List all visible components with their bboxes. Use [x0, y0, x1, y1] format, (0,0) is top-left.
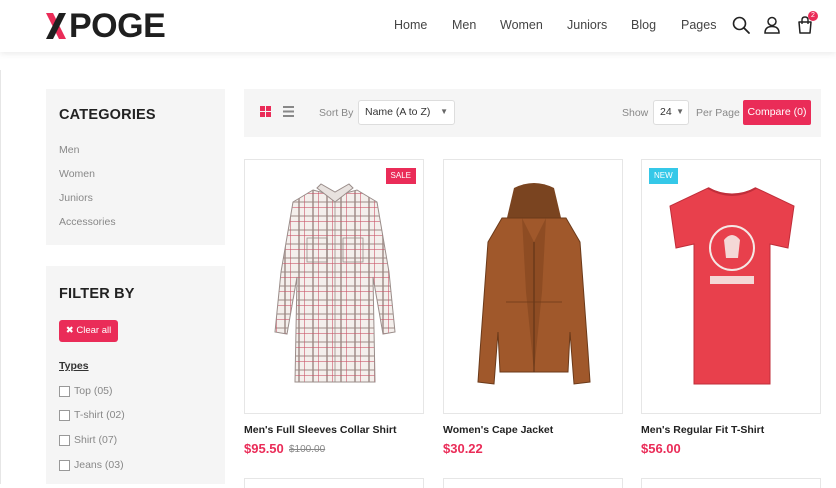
nav-pages[interactable]: Pages [681, 18, 716, 32]
type-label: Shirt (07) [74, 434, 118, 446]
show-label: Show [622, 107, 649, 119]
filter-title: FILTER BY [59, 286, 135, 302]
type-filter-jeans[interactable]: Jeans (03) [59, 459, 124, 471]
clear-all-button[interactable]: ✖ Clear all [59, 320, 118, 342]
product-name[interactable]: Men's Regular Fit T-Shirt [641, 424, 764, 436]
type-filter-shirt[interactable]: Shirt (07) [59, 434, 117, 446]
nav-blog[interactable]: Blog [631, 18, 656, 32]
nav-juniors[interactable]: Juniors [567, 18, 607, 32]
product-name[interactable]: Men's Full Sleeves Collar Shirt [244, 424, 396, 436]
nav-home[interactable]: Home [394, 18, 427, 32]
type-label: Top (05) [74, 385, 113, 397]
user-icon[interactable] [762, 15, 782, 35]
product-card[interactable] [641, 478, 821, 488]
product-card[interactable] [443, 159, 623, 414]
new-badge: NEW [649, 168, 678, 184]
site-header: POGE Home Men Women Juniors Blog Pages 2 [0, 0, 836, 52]
list-view-icon[interactable] [283, 106, 294, 117]
nav-women[interactable]: Women [500, 18, 543, 32]
category-juniors[interactable]: Juniors [59, 192, 93, 204]
checkbox[interactable] [59, 409, 70, 421]
shirt-image [274, 183, 396, 383]
grid-view-icon[interactable] [260, 106, 271, 117]
per-page-value: 24 [660, 106, 672, 118]
product-card[interactable] [443, 478, 623, 488]
types-heading: Types [59, 360, 89, 372]
checkbox[interactable] [59, 385, 70, 397]
logo-text: POGE [69, 7, 166, 45]
type-filter-tshirt[interactable]: T-shirt (02) [59, 409, 125, 421]
product-old-price: $100.00 [289, 444, 326, 455]
type-filter-top[interactable]: Top (05) [59, 385, 113, 397]
logo-x-mark [46, 13, 66, 39]
filter-panel: FILTER BY ✖ Clear all Types Top (05) T-s… [46, 266, 225, 484]
categories-panel: CATEGORIES Men Women Juniors Accessories [46, 89, 225, 245]
sort-value: Name (A to Z) [365, 106, 431, 118]
site-logo[interactable]: POGE [44, 6, 166, 46]
product-price: $56.00 [641, 441, 681, 456]
sort-select[interactable]: Name (A to Z) ▼ [358, 100, 455, 125]
cart-count-badge: 2 [808, 11, 818, 21]
sort-by-label: Sort By [319, 107, 354, 119]
page-left-rule [0, 70, 1, 484]
categories-title: CATEGORIES [59, 107, 156, 123]
checkbox[interactable] [59, 434, 70, 446]
product-card[interactable]: SALE [244, 159, 424, 414]
per-page-label: Per Page [696, 107, 740, 119]
product-toolbar: Sort By Name (A to Z) ▼ Show 24 ▼ Per Pa… [244, 89, 821, 137]
close-icon: ✖ [65, 325, 77, 336]
product-card[interactable] [244, 478, 424, 488]
jacket-image [477, 183, 591, 385]
clear-all-label: Clear all [76, 325, 112, 336]
category-women[interactable]: Women [59, 168, 95, 180]
type-label: T-shirt (02) [74, 409, 125, 421]
category-men[interactable]: Men [59, 144, 79, 156]
product-name[interactable]: Women's Cape Jacket [443, 424, 553, 436]
chevron-down-icon: ▼ [440, 107, 448, 116]
tshirt-image [669, 187, 795, 385]
product-card[interactable]: NEW [641, 159, 821, 414]
compare-button[interactable]: Compare (0) [743, 100, 811, 125]
nav-men[interactable]: Men [452, 18, 476, 32]
product-price: $95.50 [244, 441, 284, 456]
product-price: $30.22 [443, 441, 483, 456]
search-icon[interactable] [731, 15, 751, 35]
checkbox[interactable] [59, 459, 70, 471]
type-label: Jeans (03) [74, 459, 124, 471]
category-accessories[interactable]: Accessories [59, 216, 116, 228]
per-page-select[interactable]: 24 ▼ [653, 100, 689, 125]
chevron-down-icon: ▼ [676, 107, 684, 116]
